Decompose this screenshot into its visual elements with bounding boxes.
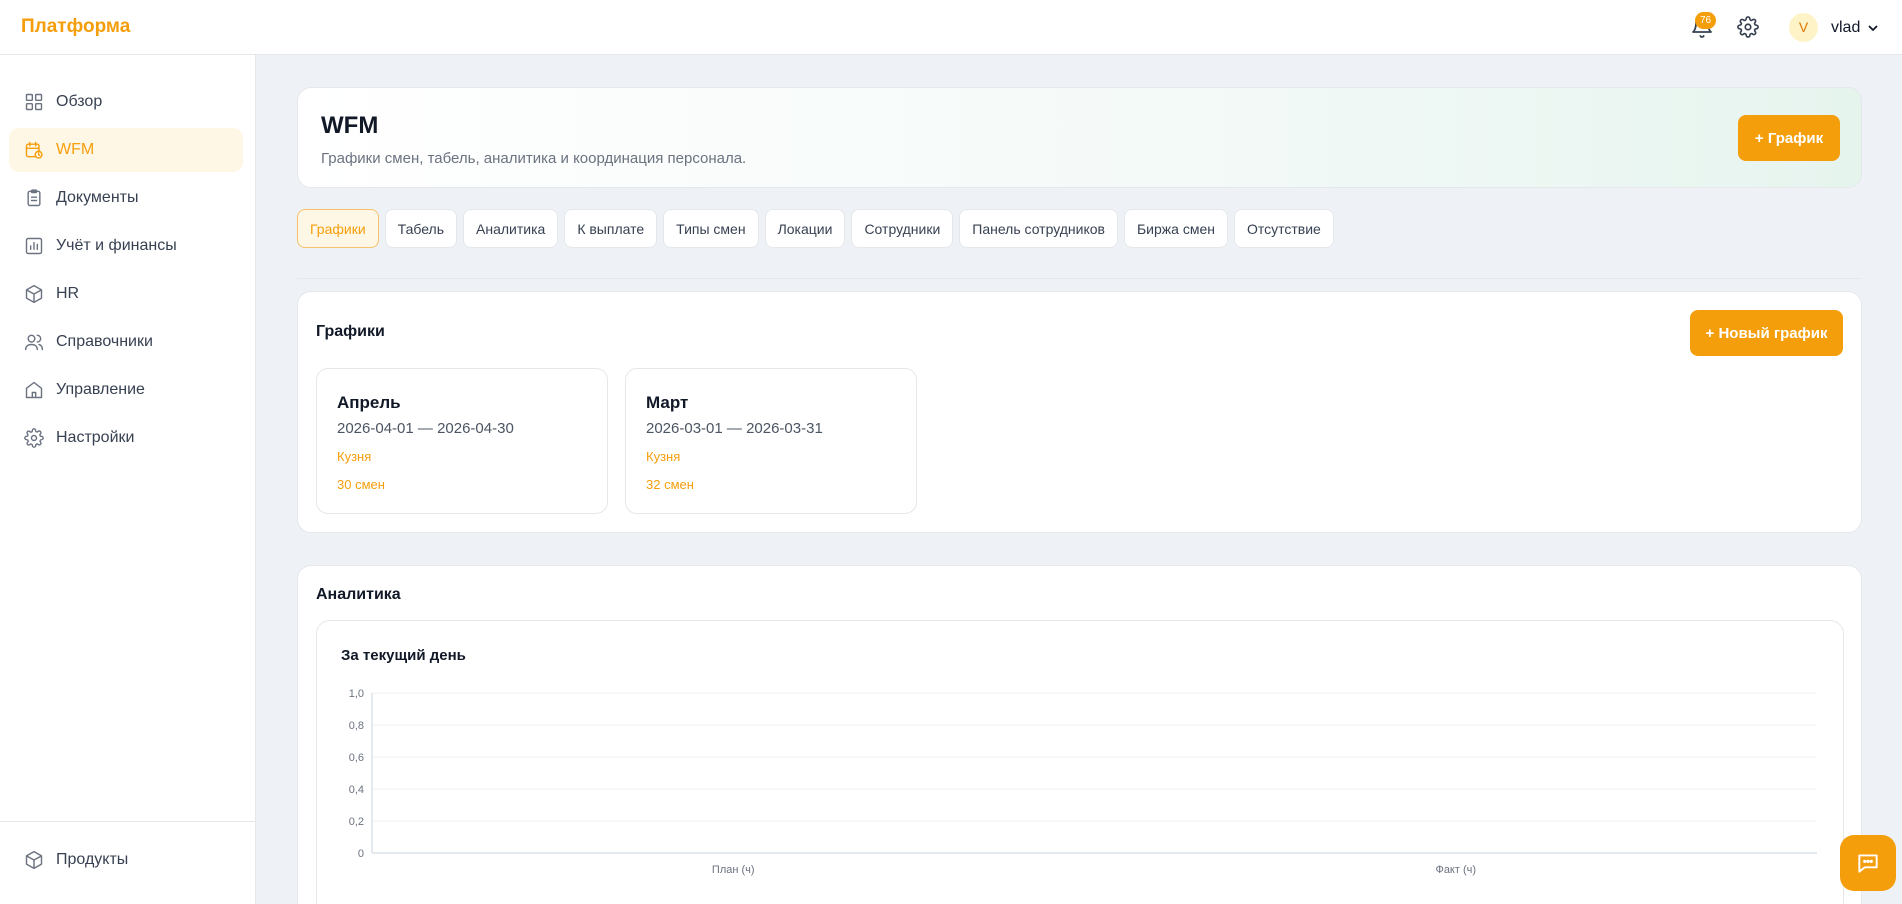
sidebar-item-finance[interactable]: Учёт и финансы <box>9 224 243 268</box>
y-tick-label: 0,8 <box>349 720 364 732</box>
sidebar: Обзор WFM Документы Учёт и финансы HR Сп… <box>0 55 256 904</box>
tab-locations[interactable]: Локации <box>764 209 846 248</box>
y-tick-label: 0,4 <box>349 784 364 796</box>
calendar-clock-icon <box>25 141 43 159</box>
add-schedule-button[interactable]: + График <box>1738 115 1840 161</box>
clipboard-icon <box>27 189 41 207</box>
x-tick-label: План (ч) <box>712 864 755 876</box>
y-tick-label: 1,0 <box>349 688 364 700</box>
bar-chart: 0 0,2 0,4 0,6 0,8 1,0 План (ч) Факт (ч) <box>349 688 1817 876</box>
sidebar-item-label: Обзор <box>56 93 103 110</box>
tab-payouts[interactable]: К выплате <box>564 209 658 248</box>
schedule-location: Кузня <box>337 449 372 464</box>
sidebar-item-label: Настройки <box>56 429 135 446</box>
sidebar-item-label: WFM <box>56 141 95 158</box>
chat-icon <box>1858 854 1878 873</box>
sidebar-item-label: Управление <box>56 381 145 398</box>
cube-icon <box>25 284 43 304</box>
tab-shift-exchange[interactable]: Биржа смен <box>1123 209 1228 248</box>
schedule-name: Апрель <box>337 393 401 412</box>
gear-icon <box>24 428 44 448</box>
schedule-name: Март <box>646 393 689 412</box>
analytics-title: Аналитика <box>316 586 401 603</box>
sidebar-item-label: Справочники <box>56 333 153 350</box>
y-tick-label: 0 <box>358 848 364 860</box>
grid-icon <box>25 93 43 111</box>
page-subtitle: Графики смен, табель, аналитика и коорди… <box>321 150 747 167</box>
tab-timesheet[interactable]: Табель <box>384 209 458 248</box>
notification-badge: 76 <box>1695 12 1716 29</box>
schedules-title: Графики <box>316 323 385 340</box>
chart-card: За текущий день 0 0,2 0,4 0,6 0,8 1,0 План (ч)… <box>316 620 1844 904</box>
tab-bar: Графики Табель Аналитика К выплате Типы … <box>297 209 1334 249</box>
avatar[interactable]: V <box>1789 13 1818 42</box>
x-tick-label: Факт (ч) <box>1435 864 1476 876</box>
sidebar-item-label: Документы <box>56 189 139 206</box>
y-tick-label: 0,6 <box>349 752 364 764</box>
sidebar-item-directories[interactable]: Справочники <box>9 320 243 364</box>
tab-absence[interactable]: Отсутствие <box>1233 209 1334 248</box>
cube-icon <box>25 850 43 870</box>
sidebar-item-overview[interactable]: Обзор <box>9 80 243 124</box>
tab-schedules[interactable]: Графики <box>297 209 379 248</box>
sidebar-item-label: Учёт и финансы <box>56 237 177 254</box>
schedule-dates: 2026-04-01 — 2026-04-30 <box>337 420 514 437</box>
chevron-down-icon[interactable] <box>1867 22 1879 34</box>
sidebar-item-hr[interactable]: HR <box>9 272 243 316</box>
sidebar-item-documents[interactable]: Документы <box>9 176 243 220</box>
schedule-shift-count: 32 смен <box>646 477 694 492</box>
schedule-dates: 2026-03-01 — 2026-03-31 <box>646 420 823 437</box>
sidebar-item-products[interactable]: Продукты <box>9 838 243 882</box>
sidebar-item-settings[interactable]: Настройки <box>9 416 243 460</box>
schedule-card[interactable]: Апрель 2026-04-01 — 2026-04-30 Кузня 30 … <box>316 368 608 514</box>
gear-icon[interactable] <box>1737 16 1759 38</box>
page-title: WFM <box>321 112 379 139</box>
bar-chart-icon <box>25 237 43 255</box>
username[interactable]: vlad <box>1831 19 1860 37</box>
sidebar-divider <box>0 821 256 822</box>
schedule-card[interactable]: Март 2026-03-01 — 2026-03-31 Кузня 32 см… <box>625 368 917 514</box>
divider <box>297 278 1862 279</box>
tab-shift-types[interactable]: Типы смен <box>663 209 759 248</box>
brand-logo[interactable]: Платформа <box>21 16 130 38</box>
chat-button[interactable] <box>1840 835 1896 891</box>
users-icon <box>24 334 44 351</box>
schedule-shift-count: 30 смен <box>337 477 385 492</box>
tab-employees[interactable]: Сотрудники <box>851 209 954 248</box>
sidebar-item-label: Продукты <box>56 851 129 868</box>
new-schedule-button[interactable]: + Новый график <box>1690 310 1843 356</box>
y-tick-label: 0,2 <box>349 816 364 828</box>
home-icon <box>25 381 43 399</box>
sidebar-item-label: HR <box>56 285 80 302</box>
tab-employee-panel[interactable]: Панель сотрудников <box>959 209 1118 248</box>
schedule-location: Кузня <box>646 449 681 464</box>
sidebar-item-management[interactable]: Управление <box>9 368 243 412</box>
page-header: WFM Графики смен, табель, аналитика и ко… <box>297 87 1862 188</box>
tab-analytics[interactable]: Аналитика <box>463 209 559 248</box>
sidebar-item-wfm[interactable]: WFM <box>9 128 243 172</box>
top-bar: Платформа 76 V vlad <box>0 0 1902 55</box>
